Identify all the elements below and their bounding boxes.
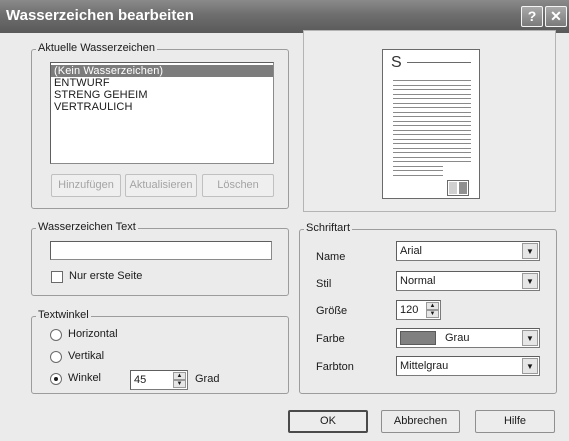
color-swatch xyxy=(400,331,436,345)
font-shade-combobox[interactable]: Mittelgrau ▼ xyxy=(396,356,540,376)
font-color-label: Farbe xyxy=(316,333,345,345)
font-size-value: 120 xyxy=(400,304,419,316)
watermark-list-item-entwurf[interactable]: ENTWURF xyxy=(51,77,273,89)
font-color-value: Grau xyxy=(445,332,470,344)
chevron-down-icon[interactable]: ▼ xyxy=(522,243,538,259)
first-page-only-checkbox[interactable] xyxy=(51,271,63,283)
angle-value: 45 xyxy=(134,374,147,386)
preview-text-line xyxy=(393,138,471,140)
preview-text-line xyxy=(393,98,471,99)
font-color-combobox[interactable]: Grau ▼ xyxy=(396,328,540,348)
chevron-down-icon[interactable]: ▼ xyxy=(522,358,538,374)
angle-spinner[interactable]: 45 ▲ ▼ xyxy=(130,370,188,390)
font-size-label: Größe xyxy=(316,305,348,317)
angle-radio[interactable] xyxy=(50,373,62,385)
font-size-spin-buttons[interactable]: ▲ ▼ xyxy=(426,302,439,318)
font-size-spinner[interactable]: 120 ▲ ▼ xyxy=(396,300,441,320)
watermark-list-item-vertraulich[interactable]: VERTRAULICH xyxy=(51,101,273,113)
preview-text-line xyxy=(393,170,443,171)
horizontal-label[interactable]: Horizontal xyxy=(68,328,118,340)
watermark-preview: S xyxy=(303,30,556,212)
font-style-combobox[interactable]: Normal ▼ xyxy=(396,271,540,291)
preview-text-line xyxy=(393,125,471,126)
preview-page: S xyxy=(382,49,480,199)
title-bar[interactable]: Wasserzeichen bearbeiten ? ✕ xyxy=(0,0,569,33)
preview-text-line xyxy=(393,156,471,158)
watermark-list-item-streng-geheim[interactable]: STRENG GEHEIM xyxy=(51,89,273,101)
preview-text-line xyxy=(393,89,471,90)
vertical-label[interactable]: Vertikal xyxy=(68,350,104,362)
dialog-title: Wasserzeichen bearbeiten xyxy=(6,7,194,24)
question-mark-icon: ? xyxy=(527,8,537,24)
font-name-value: Arial xyxy=(400,245,423,257)
font-style-value: Normal xyxy=(400,275,436,287)
chevron-down-icon[interactable]: ▼ xyxy=(522,273,538,289)
preview-text-line xyxy=(393,84,471,86)
first-page-only-label[interactable]: Nur erste Seite xyxy=(69,270,142,282)
add-button[interactable]: Hinzufügen xyxy=(51,174,121,197)
preview-text-line xyxy=(393,143,471,144)
angle-unit-label: Grad xyxy=(195,373,220,385)
watermark-dialog: Wasserzeichen bearbeiten ? ✕ Aktuelle Wa… xyxy=(0,0,569,441)
delete-button[interactable]: Löschen xyxy=(202,174,274,197)
angle-label[interactable]: Winkel xyxy=(68,372,101,384)
font-group-label: Schriftart xyxy=(304,222,353,234)
preview-text-line xyxy=(393,107,471,108)
font-name-label: Name xyxy=(316,251,346,263)
watermark-text-group: Wasserzeichen Text xyxy=(31,221,289,296)
preview-text-line xyxy=(393,116,471,117)
spin-down-icon[interactable]: ▼ xyxy=(426,310,439,318)
cancel-button[interactable]: Abbrechen xyxy=(381,410,460,433)
preview-text-line xyxy=(393,80,471,81)
horizontal-radio[interactable] xyxy=(50,329,62,341)
preview-text-line xyxy=(393,174,443,176)
watermark-text-label: Wasserzeichen Text xyxy=(36,221,138,233)
preview-text-line xyxy=(393,147,471,149)
spin-up-icon[interactable]: ▲ xyxy=(426,302,439,310)
preview-text-line xyxy=(393,93,471,95)
chevron-down-icon[interactable]: ▼ xyxy=(522,330,538,346)
close-icon: ✕ xyxy=(550,8,562,24)
help-button[interactable]: Hilfe xyxy=(475,410,555,433)
font-shade-value: Mittelgrau xyxy=(400,360,449,372)
preview-header-line xyxy=(407,62,471,63)
preview-text-line xyxy=(393,165,443,167)
text-angle-label: Textwinkel xyxy=(36,309,91,321)
font-shade-label: Farbton xyxy=(316,361,354,373)
preview-text-line xyxy=(393,129,471,131)
spin-up-icon[interactable]: ▲ xyxy=(173,372,186,380)
angle-spin-buttons[interactable]: ▲ ▼ xyxy=(173,372,186,388)
spin-down-icon[interactable]: ▼ xyxy=(173,380,186,388)
preview-text-line xyxy=(393,111,471,113)
preview-text-line xyxy=(393,102,471,104)
preview-page-letter: S xyxy=(391,54,402,71)
preview-text-line xyxy=(393,134,471,135)
close-title-button[interactable]: ✕ xyxy=(545,6,567,27)
font-style-label: Stil xyxy=(316,278,332,290)
update-button[interactable]: Aktualisieren xyxy=(125,174,197,197)
ok-button[interactable]: OK xyxy=(288,410,368,433)
watermark-listbox[interactable]: (Kein Wasserzeichen) ENTWURF STRENG GEHE… xyxy=(50,62,274,164)
preview-text-line xyxy=(393,152,471,153)
font-name-combobox[interactable]: Arial ▼ xyxy=(396,241,540,261)
watermark-list-item-none[interactable]: (Kein Wasserzeichen) xyxy=(51,65,273,77)
current-watermarks-label: Aktuelle Wasserzeichen xyxy=(36,42,157,54)
help-title-button[interactable]: ? xyxy=(521,6,543,27)
vertical-radio[interactable] xyxy=(50,351,62,363)
preview-text-line xyxy=(393,161,471,162)
preview-thumbnail-icon xyxy=(447,180,469,196)
preview-text-line xyxy=(393,120,471,122)
watermark-text-input[interactable] xyxy=(50,241,272,260)
